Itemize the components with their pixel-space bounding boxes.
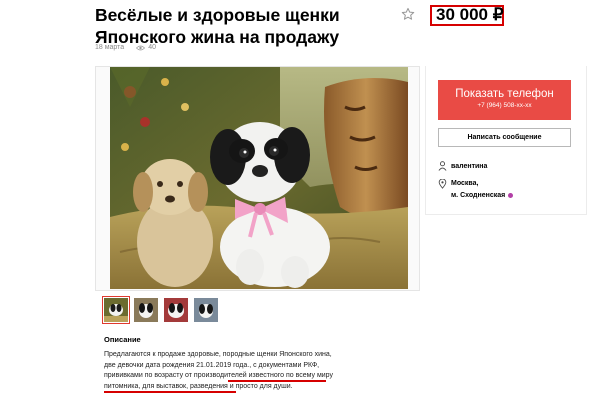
location-metro-row: м. Сходненская	[451, 190, 514, 202]
puppy-photo-image	[110, 67, 408, 289]
thumbnail-strip	[102, 296, 218, 324]
thumbnail-4[interactable]	[194, 298, 218, 322]
highlight-underline-2	[104, 391, 236, 393]
star-icon[interactable]	[401, 7, 415, 21]
metro-line-dot	[508, 192, 514, 198]
location-pin-icon	[438, 179, 447, 189]
description-text: Предлагаются к продаже здоровые, породны…	[104, 351, 333, 390]
location-city: Москва,	[451, 180, 479, 187]
eye-icon	[136, 45, 146, 50]
views-count: 40	[136, 44, 156, 51]
thumbnail-2[interactable]	[134, 298, 158, 322]
thumbnail-3[interactable]	[164, 298, 188, 322]
phone-masked: +7 (964) 508-хх-хх	[477, 102, 532, 109]
user-icon	[438, 161, 447, 171]
ad-title: Весёлые и здоровые щенки Японского жина …	[95, 5, 340, 47]
views-value: 40	[148, 44, 156, 51]
ad-date: 18 марта	[95, 44, 125, 51]
ad-price: 30 000 ₽	[436, 5, 504, 24]
location-info: Москва, м. Сходненская	[438, 178, 514, 202]
location-metro: м. Сходненская	[451, 192, 506, 199]
show-phone-button[interactable]: Показать телефон +7 (964) 508-хх-хх	[438, 80, 571, 120]
seller-info[interactable]: валентина	[438, 161, 487, 171]
description-heading: Описание	[104, 335, 141, 344]
thumbnail-1[interactable]	[102, 296, 130, 324]
seller-name: валентина	[451, 162, 488, 170]
write-message-button[interactable]: Написать сообщение	[438, 128, 571, 147]
main-photo[interactable]	[110, 67, 408, 289]
highlight-underline-1	[228, 380, 326, 382]
show-phone-label: Показать телефон	[455, 88, 554, 100]
ad-meta: 18 марта 40	[95, 44, 156, 51]
